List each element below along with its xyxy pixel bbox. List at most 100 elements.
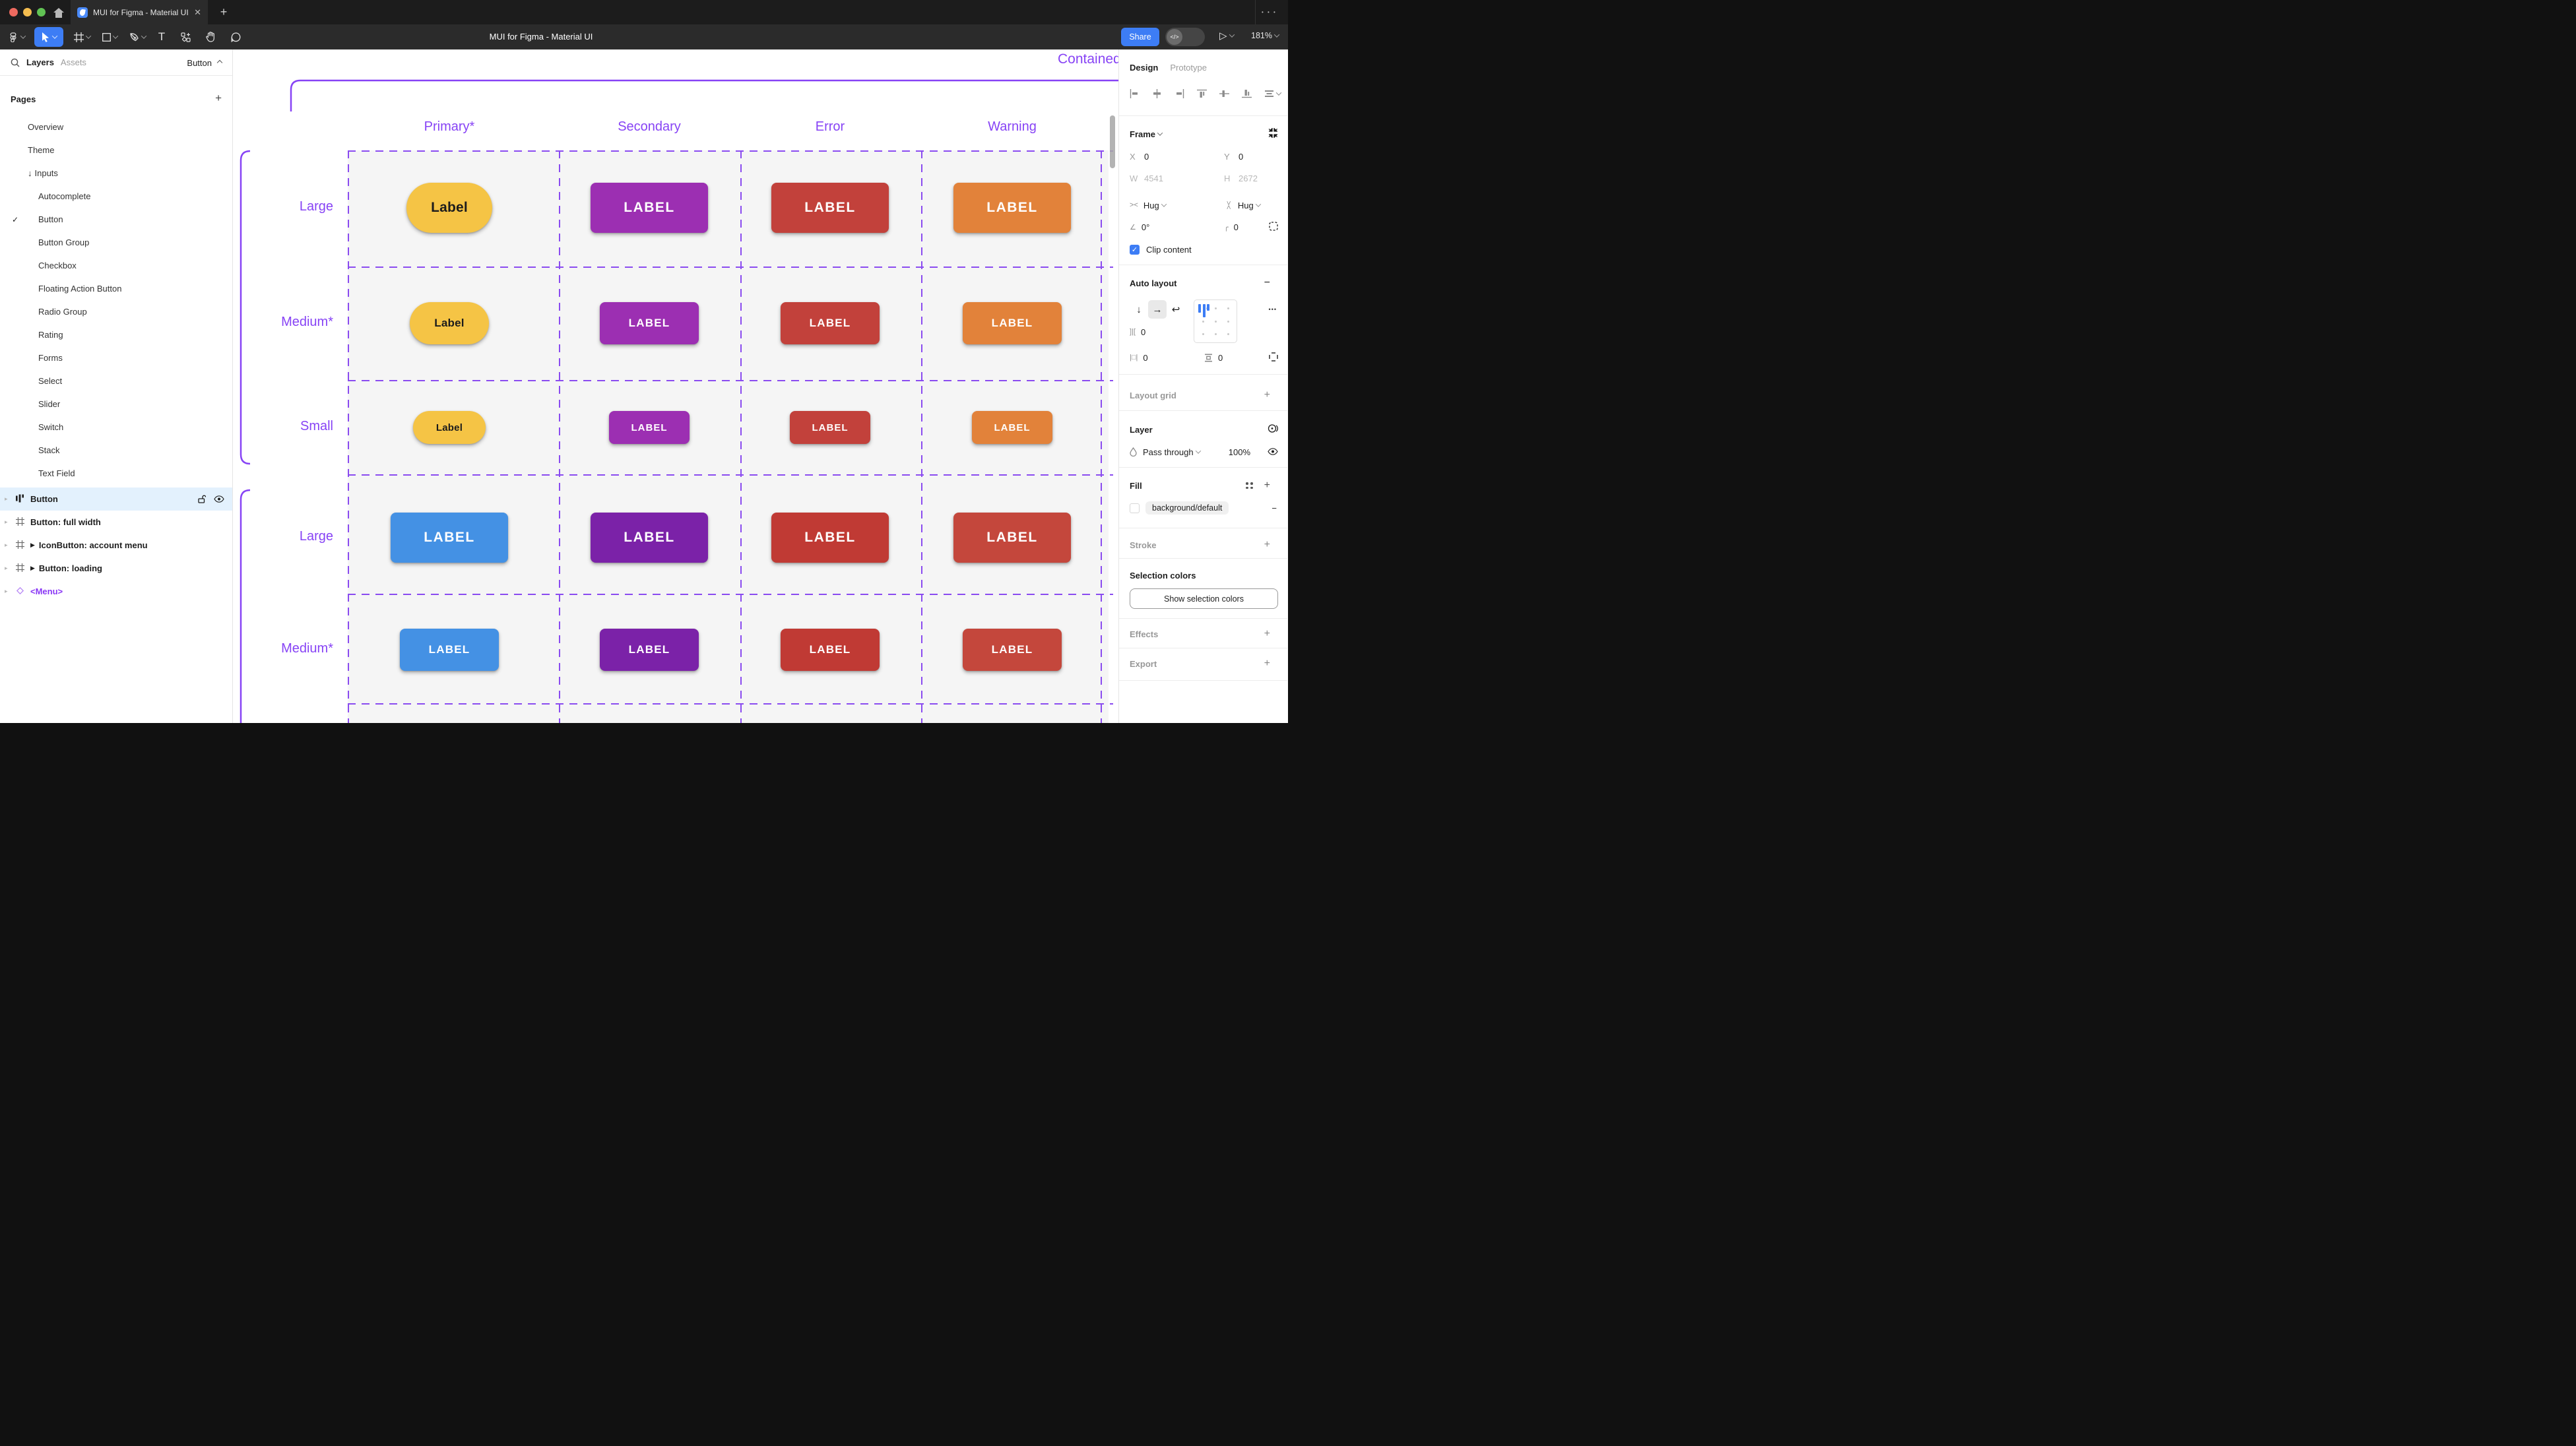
sidebar-page-floating-action-button[interactable]: Floating Action Button <box>0 277 232 300</box>
sidebar-page-overview[interactable]: Overview <box>0 115 232 139</box>
sidebar-page-button-group[interactable]: Button Group <box>0 231 232 254</box>
search-icon[interactable] <box>11 58 20 67</box>
mui-button-large-0-1[interactable]: LABEL <box>591 183 708 233</box>
direction-horizontal-button[interactable]: → <box>1148 300 1167 319</box>
horizontal-padding-field[interactable]: 0 <box>1143 353 1147 363</box>
expand-chevron-icon[interactable]: ▸ <box>5 565 8 572</box>
direction-wrap-button[interactable]: ↩ <box>1167 300 1185 319</box>
page-selector[interactable]: Button <box>187 49 222 76</box>
tab-layers[interactable]: Layers <box>26 57 54 67</box>
show-selection-colors-button[interactable]: Show selection colors <box>1130 588 1278 609</box>
fill-style-token[interactable]: background/default <box>1145 501 1229 515</box>
sidebar-page-inputs[interactable]: ↓Inputs <box>0 162 232 185</box>
visibility-eye-icon[interactable] <box>1268 447 1278 457</box>
move-tool-button[interactable] <box>34 27 63 47</box>
add-page-button[interactable]: + <box>215 92 222 105</box>
comment-tool-button[interactable] <box>224 27 247 47</box>
tab-design[interactable]: Design <box>1130 63 1158 73</box>
mui-button-large-0-2[interactable]: LABEL <box>771 183 889 233</box>
sidebar-page-rating[interactable]: Rating <box>0 323 232 346</box>
mui-button-large-3-2[interactable]: LABEL <box>771 513 889 563</box>
align-left-icon[interactable] <box>1130 89 1140 98</box>
independent-padding-icon[interactable] <box>1269 352 1278 363</box>
canvas-scrollbar[interactable] <box>1110 115 1115 168</box>
tab-prototype[interactable]: Prototype <box>1170 63 1207 73</box>
share-button[interactable]: Share <box>1121 28 1159 46</box>
vertical-sizing-select[interactable]: Hug <box>1238 201 1254 210</box>
resources-tool-button[interactable] <box>174 27 197 47</box>
mui-button-medium-4-3[interactable]: LABEL <box>963 629 1062 671</box>
new-tab-button[interactable]: + <box>215 3 232 20</box>
sidebar-page-select[interactable]: Select <box>0 369 232 393</box>
clip-content-row[interactable]: ✓ Clip content <box>1130 243 1279 256</box>
independent-corners-icon[interactable] <box>1269 222 1278 233</box>
sidebar-page-theme[interactable]: Theme <box>0 139 232 162</box>
add-layout-grid-button[interactable]: + <box>1264 389 1270 401</box>
shape-tool-button[interactable] <box>96 27 123 47</box>
mui-button-small-2-3[interactable]: LABEL <box>972 411 1052 444</box>
minimize-window-button[interactable] <box>23 8 32 16</box>
canvas[interactable]: Contained Primary*SecondaryErrorWarningL… <box>233 49 1118 723</box>
eye-icon[interactable] <box>214 495 224 503</box>
mui-button-small-2-0[interactable]: Label <box>413 411 486 444</box>
mui-button-medium-4-0[interactable]: LABEL <box>400 629 499 671</box>
fill-color-swatch[interactable] <box>1130 503 1140 513</box>
expand-arrow-icon[interactable]: ↓ <box>28 168 32 178</box>
layer-row-button-loading[interactable]: ▸▶Button: loading <box>0 557 232 580</box>
shrink-to-fit-icon[interactable] <box>1268 128 1278 140</box>
hand-tool-button[interactable] <box>199 27 222 47</box>
mui-button-large-0-0[interactable]: Label <box>406 183 492 233</box>
styles-icon[interactable] <box>1246 482 1253 489</box>
sidebar-page-button[interactable]: ✓Button <box>0 208 232 231</box>
expand-chevron-icon[interactable]: ▸ <box>5 542 8 549</box>
y-field[interactable]: 0 <box>1239 152 1243 162</box>
layer-row-iconbutton-account-menu[interactable]: ▸▶IconButton: account menu <box>0 534 232 557</box>
file-tab[interactable]: MUI for Figma - Material UI ✕ <box>71 0 208 24</box>
frame-section-header[interactable]: Frame <box>1130 127 1279 141</box>
blend-mode-icon[interactable] <box>1268 424 1278 435</box>
present-button[interactable]: ▷ <box>1219 30 1234 42</box>
close-tab-icon[interactable]: ✕ <box>194 7 201 18</box>
width-field[interactable]: 4541 <box>1144 173 1163 183</box>
layer-row--menu-[interactable]: ▸<Menu> <box>0 580 232 603</box>
unlock-icon[interactable] <box>198 495 206 503</box>
align-right-icon[interactable] <box>1175 89 1184 98</box>
sidebar-page-text-field[interactable]: Text Field <box>0 462 232 485</box>
clip-content-checkbox[interactable]: ✓ <box>1130 245 1140 255</box>
dev-mode-toggle[interactable]: </> <box>1165 28 1205 46</box>
vertical-padding-field[interactable]: 0 <box>1218 353 1223 363</box>
mui-button-large-3-3[interactable]: LABEL <box>953 513 1071 563</box>
horizontal-sizing-select[interactable]: Hug <box>1143 201 1159 210</box>
sidebar-page-checkbox[interactable]: Checkbox <box>0 254 232 277</box>
remove-fill-button[interactable]: − <box>1272 503 1277 513</box>
align-top-icon[interactable] <box>1197 89 1207 98</box>
add-export-button[interactable]: + <box>1264 658 1270 670</box>
window-more-menu[interactable]: • • • <box>1262 9 1277 15</box>
frame-tool-button[interactable] <box>69 27 95 47</box>
frame-name-label[interactable]: Contained <box>1058 51 1118 67</box>
corner-radius-field[interactable]: 0 <box>1234 222 1239 232</box>
add-fill-button[interactable]: + <box>1264 480 1270 491</box>
mui-button-medium-4-2[interactable]: LABEL <box>781 629 880 671</box>
add-effect-button[interactable]: + <box>1264 628 1270 640</box>
expand-chevron-icon[interactable]: ▸ <box>5 519 8 526</box>
distribute-menu[interactable] <box>1264 89 1281 98</box>
remove-auto-layout-button[interactable]: − <box>1264 277 1270 289</box>
tab-assets[interactable]: Assets <box>61 57 86 67</box>
x-field[interactable]: 0 <box>1144 152 1149 162</box>
add-stroke-button[interactable]: + <box>1264 539 1270 551</box>
mui-button-large-0-3[interactable]: LABEL <box>953 183 1071 233</box>
mui-button-small-2-1[interactable]: LABEL <box>609 411 690 444</box>
mui-button-medium-1-1[interactable]: LABEL <box>600 302 699 344</box>
main-menu-button[interactable] <box>5 27 29 47</box>
gap-field[interactable]: 0 <box>1141 327 1145 337</box>
layer-row-button-full-width[interactable]: ▸Button: full width <box>0 511 232 534</box>
sidebar-page-radio-group[interactable]: Radio Group <box>0 300 232 323</box>
sidebar-page-autocomplete[interactable]: Autocomplete <box>0 185 232 208</box>
mui-button-large-3-0[interactable]: LABEL <box>391 513 508 563</box>
mui-button-small-2-2[interactable]: LABEL <box>790 411 870 444</box>
zoom-menu[interactable]: 181% <box>1251 31 1279 40</box>
sidebar-page-forms[interactable]: Forms <box>0 346 232 369</box>
mui-button-medium-1-3[interactable]: LABEL <box>963 302 1062 344</box>
pen-tool-button[interactable] <box>124 27 150 47</box>
